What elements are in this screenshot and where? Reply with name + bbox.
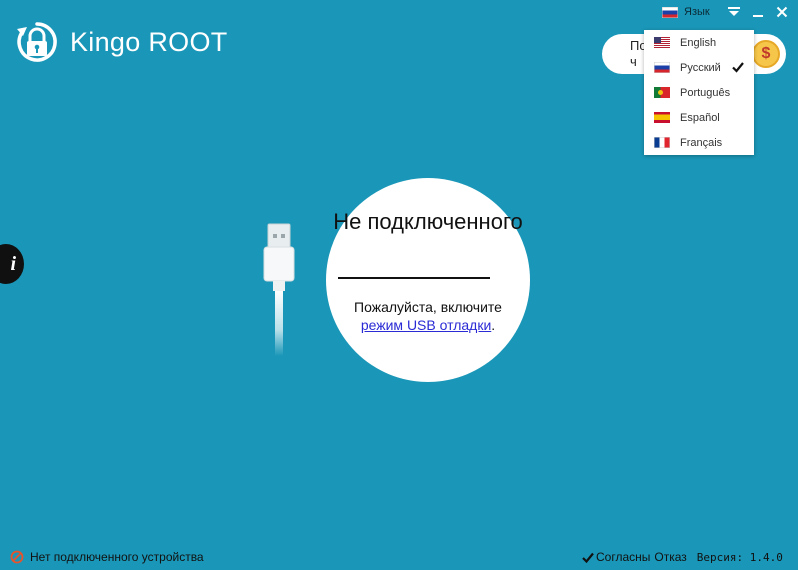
close-button[interactable] (772, 2, 792, 22)
app-logo: Kingo ROOT (14, 18, 228, 66)
lock-refresh-icon (17, 22, 57, 62)
usb-debugging-link[interactable]: режим USB отладки (361, 317, 491, 333)
instruction-text: Пожалуйста, включите (354, 299, 502, 315)
menu-button[interactable] (724, 2, 744, 22)
connection-instructions: Пожалуйста, включите режим USB отладки. (326, 298, 530, 334)
language-option-portuguese[interactable]: Português (644, 80, 754, 105)
agree-label: Согласны (596, 550, 651, 564)
language-menu: English Русский Português Español França… (644, 30, 754, 155)
language-option-label: Español (680, 111, 720, 124)
no-device-icon (10, 550, 24, 564)
minimize-icon (753, 15, 763, 17)
info-button[interactable]: i (0, 244, 24, 284)
info-icon: i (10, 252, 16, 275)
fr-flag-icon (654, 137, 670, 148)
reject-button[interactable]: Отказ (654, 550, 686, 564)
app-title: Kingo ROOT (70, 26, 228, 57)
divider (338, 277, 490, 279)
version-label: Версия: 1.4.0 (696, 550, 783, 564)
checkmark-icon (732, 62, 744, 73)
usb-cable-icon (263, 223, 295, 356)
language-option-label: Русский (680, 61, 721, 74)
language-option-label: English (680, 36, 717, 49)
language-option-spanish[interactable]: Español (644, 105, 754, 130)
ru-flag-icon (654, 62, 670, 73)
minimize-button[interactable] (748, 2, 768, 22)
checkmark-icon (582, 552, 594, 563)
language-option-label: Français (680, 136, 723, 149)
language-option-english[interactable]: English (644, 30, 754, 55)
coin-icon: $ (752, 40, 780, 68)
connection-status-circle: Не подключенного Пожалуйста, включите ре… (326, 178, 530, 382)
language-label: Язык (684, 6, 710, 18)
menu-icon (728, 7, 740, 16)
es-flag-icon (654, 112, 670, 123)
language-selector[interactable]: Язык (662, 6, 710, 18)
instruction-suffix: . (491, 317, 496, 333)
language-option-french[interactable]: Français (644, 130, 754, 155)
language-option-russian[interactable]: Русский (644, 55, 754, 80)
connection-status-text: Нет подключенного устройства (30, 550, 204, 564)
us-flag-icon (654, 37, 670, 48)
connection-status: Нет подключенного устройства (10, 550, 204, 564)
agree-button[interactable]: Согласны (582, 550, 650, 564)
language-option-label: Português (680, 86, 731, 99)
pt-flag-icon (654, 87, 670, 98)
connection-status-title: Не подключенного (333, 209, 523, 234)
footer-actions: Согласны Отказ Версия: 1.4.0 (582, 550, 783, 564)
ru-flag-icon (662, 6, 678, 18)
close-icon (776, 6, 788, 18)
